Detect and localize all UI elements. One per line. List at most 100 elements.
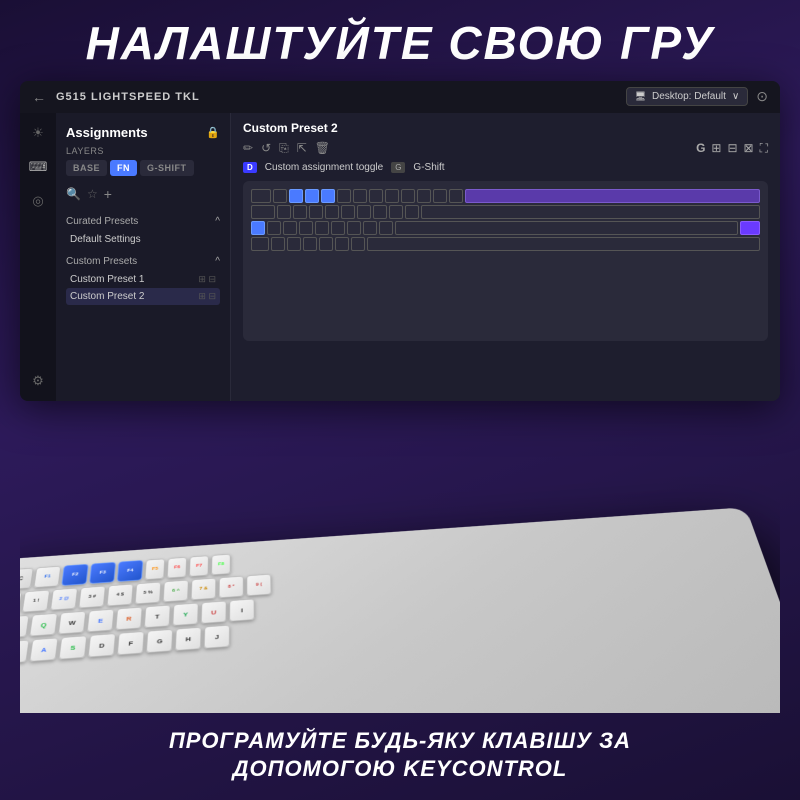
- i-key: I: [229, 599, 255, 622]
- g-key: G: [146, 629, 173, 653]
- g-badge: G: [391, 162, 405, 173]
- f7-key: F7: [189, 555, 209, 576]
- f6-key: F6: [167, 557, 187, 578]
- back-button[interactable]: ←: [32, 89, 46, 105]
- left-nav: ☀ ⌨ ◎ ⚙: [20, 113, 56, 401]
- save-icon[interactable]: ⇱: [297, 141, 307, 156]
- nav-keyboard-icon[interactable]: ⌨: [26, 155, 50, 179]
- 1-key: 1 !: [22, 590, 50, 613]
- physical-key-rows: ESC F1 F2 F3 F4 F5 F6 F7 F8 ` ~ 1: [20, 518, 772, 665]
- custom-preset-1-item[interactable]: Custom Preset 1 ⊞ ⊟: [66, 271, 220, 288]
- toolbar-left: ✏ ↺ ⎘ ⇱ 🗑: [243, 141, 330, 156]
- f4-key: F4: [117, 560, 143, 582]
- app-window: ← G515 LIGHTSPEED TKL 🖥 Desktop: Default…: [20, 81, 780, 401]
- layers-row: BASE FN G-SHIFT: [56, 160, 230, 184]
- custom-presets-section: Custom Presets ^ Custom Preset 1 ⊞ ⊟ Cus…: [56, 250, 230, 307]
- right-content: Custom Preset 2 ✏ ↺ ⎘ ⇱ 🗑 G ⊞ ⊟: [231, 113, 780, 401]
- h-key: H: [175, 627, 202, 651]
- title-bar: ← G515 LIGHTSPEED TKL 🖥 Desktop: Default…: [20, 81, 780, 113]
- curated-presets-label: Curated Presets ^: [66, 216, 220, 227]
- f-key: F: [117, 631, 145, 655]
- keyboard-preview: [243, 181, 768, 341]
- g-shift-label: G-Shift: [413, 162, 444, 173]
- q-key: Q: [29, 613, 58, 637]
- key-grid: [251, 189, 760, 333]
- chevron-up-icon-2: ^: [215, 256, 220, 267]
- f2-key: F2: [61, 564, 88, 586]
- nav-profile-icon[interactable]: ◎: [26, 189, 50, 213]
- sidebar: Assignments 🔒 Layers BASE FN G-SHIFT 🔍 ☆…: [56, 113, 231, 401]
- copy-icon[interactable]: ⎘: [279, 141, 289, 156]
- top-heading: НАЛАШТУЙТЕ СВОЮ ГРУ: [0, 0, 800, 81]
- chevron-up-icon: ^: [215, 216, 220, 227]
- lock-icon: 🔒: [206, 126, 220, 139]
- f5-key: F5: [145, 558, 166, 580]
- app-body: ☀ ⌨ ◎ ⚙ Assignments 🔒 Layers BASE FN: [20, 113, 780, 401]
- caps-key: CAPS: [20, 640, 30, 665]
- columns-icon[interactable]: ⊠: [744, 141, 754, 156]
- keyboard-visual: ESC F1 F2 F3 F4 F5 F6 F7 F8 ` ~ 1: [20, 401, 780, 713]
- enter-key: [251, 205, 275, 219]
- layer-gshift-button[interactable]: G-SHIFT: [140, 160, 194, 176]
- tab-key: TAB: [20, 615, 30, 639]
- layout-icon[interactable]: ⊟: [727, 141, 737, 156]
- 3-key: 3 #: [78, 586, 105, 609]
- 9-key: 9 (: [246, 574, 271, 596]
- s-key: S: [59, 635, 88, 659]
- g-logo-icon: G: [696, 141, 705, 156]
- chevron-down-icon: ∨: [732, 91, 739, 102]
- t-key: T: [144, 605, 171, 628]
- layers-label: Layers: [56, 146, 230, 160]
- r-key: R: [115, 607, 142, 630]
- d-key: D: [88, 633, 116, 657]
- delete-icon[interactable]: 🗑: [315, 141, 330, 156]
- 8-key: 8 *: [219, 576, 244, 598]
- preset-title: Custom Preset 2: [243, 121, 768, 135]
- assignment-badge: D: [243, 162, 257, 173]
- grid-icon[interactable]: ⊞: [711, 141, 721, 156]
- nav-settings-icon[interactable]: ⚙: [26, 369, 50, 393]
- user-icon[interactable]: ⊙: [756, 88, 768, 105]
- f1-key: F1: [33, 566, 61, 588]
- main-container: НАЛАШТУЙТЕ СВОЮ ГРУ ← G515 LIGHTSPEED TK…: [0, 0, 800, 800]
- 6-key: 6 ^: [163, 580, 189, 603]
- 2-key: 2 @: [50, 588, 78, 611]
- default-settings-item[interactable]: Default Settings: [66, 231, 220, 248]
- edit-icon[interactable]: ✏: [243, 141, 253, 156]
- star-icon[interactable]: ☆: [87, 187, 98, 201]
- search-icon[interactable]: 🔍: [66, 187, 81, 201]
- preset-1-icons: ⊞ ⊟: [198, 274, 216, 285]
- search-row: 🔍 ☆ +: [56, 184, 230, 210]
- toolbar-row: ✏ ↺ ⎘ ⇱ 🗑 G ⊞ ⊟ ⊠ ⛶: [243, 141, 768, 156]
- 5-key: 5 %: [135, 582, 162, 605]
- profile-dropdown[interactable]: 🖥 Desktop: Default ∨: [626, 87, 749, 106]
- w-key: W: [58, 611, 86, 635]
- esc-key: ESC: [20, 568, 34, 591]
- curated-presets-section: Curated Presets ^ Default Settings: [56, 210, 230, 250]
- layer-base-button[interactable]: BASE: [66, 160, 107, 176]
- f8-key: F8: [211, 554, 231, 575]
- bottom-heading: ПРОГРАМУЙТЕ БУДЬ-ЯКУ КЛАВІШУ ЗА ДОПОМОГО…: [0, 713, 800, 800]
- y-key: Y: [172, 603, 198, 626]
- keyboard-body: ESC F1 F2 F3 F4 F5 F6 F7 F8 ` ~ 1: [20, 507, 780, 713]
- title-bar-right: 🖥 Desktop: Default ∨ ⊙: [626, 87, 768, 106]
- main-content: ← G515 LIGHTSPEED TKL 🖥 Desktop: Default…: [0, 81, 800, 713]
- a-key: A: [29, 637, 58, 661]
- custom-preset-2-item[interactable]: Custom Preset 2 ⊞ ⊟: [66, 288, 220, 305]
- u-key: U: [201, 601, 227, 624]
- e-key: E: [87, 609, 115, 632]
- j-key: J: [204, 625, 230, 649]
- f3-key: F3: [89, 562, 116, 584]
- profile-label: Desktop: Default: [652, 91, 726, 102]
- expand-icon[interactable]: ⛶: [760, 141, 768, 156]
- layer-fn-button[interactable]: FN: [110, 160, 137, 176]
- 4-key: 4 $: [107, 584, 134, 607]
- undo-icon[interactable]: ↺: [261, 141, 271, 156]
- assignment-row: D Custom assignment toggle G G-Shift: [243, 162, 768, 173]
- 7-key: 7 &: [191, 578, 217, 600]
- device-name: G515 LIGHTSPEED TKL: [56, 91, 616, 103]
- assignment-toggle-label: Custom assignment toggle: [265, 162, 383, 173]
- add-icon[interactable]: +: [104, 186, 112, 202]
- nav-brightness-icon[interactable]: ☀: [26, 121, 50, 145]
- toolbar-right: G ⊞ ⊟ ⊠ ⛶: [696, 141, 768, 156]
